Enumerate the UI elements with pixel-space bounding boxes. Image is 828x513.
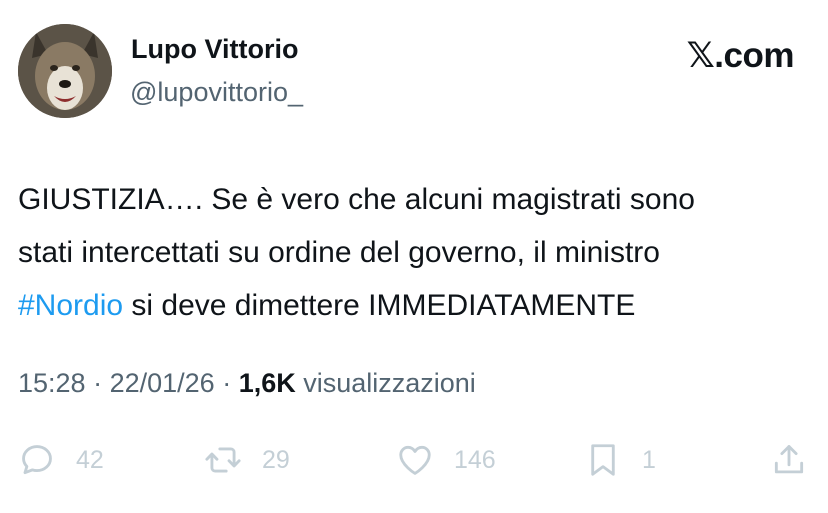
bookmark-button[interactable]: 1 — [584, 438, 656, 482]
reply-icon — [22, 445, 52, 475]
avatar[interactable] — [18, 24, 112, 118]
x-logo: 𝕏.com — [686, 36, 795, 75]
views-label: visualizzazioni — [295, 368, 476, 398]
tweet-line-2: stati intercettati su ordine del governo… — [18, 236, 660, 269]
repost-icon — [205, 447, 241, 473]
meta-separator: · — [214, 368, 239, 398]
tweet-line-1: GIUSTIZIA…. Se è vero che alcuni magistr… — [18, 183, 695, 216]
views-count: 1,6K — [238, 368, 296, 398]
tweet-line-3-text: si deve dimettere IMMEDIATAMENTE — [123, 289, 636, 322]
author-handle[interactable]: @lupovittorio_ — [130, 77, 303, 108]
tweet-date[interactable]: 22/01/26 — [110, 368, 215, 398]
heart-icon — [399, 445, 431, 475]
meta-separator: · — [85, 368, 110, 398]
repost-count: 29 — [262, 445, 290, 474]
action-bar: 42 29 146 1 — [18, 438, 810, 482]
repost-button[interactable]: 29 — [204, 438, 290, 482]
share-icon — [774, 445, 804, 474]
reply-count: 42 — [76, 445, 104, 474]
reply-button[interactable]: 42 — [18, 438, 104, 482]
tweet-meta: 15:28 · 22/01/26 · 1,6K visualizzazioni — [18, 368, 476, 399]
like-count: 146 — [454, 445, 496, 474]
bookmark-count: 1 — [642, 445, 656, 474]
bookmark-icon — [591, 444, 615, 476]
wolf-avatar-icon — [18, 24, 112, 118]
like-button[interactable]: 146 — [396, 438, 496, 482]
hashtag-link[interactable]: #Nordio — [18, 289, 123, 322]
tweet-text: GIUSTIZIA…. Se è vero che alcuni magistr… — [18, 173, 818, 332]
tweet-line-3: #Nordio si deve dimettere IMMEDIATAMENTE — [18, 279, 818, 332]
tweet-time[interactable]: 15:28 — [18, 368, 86, 398]
share-button[interactable] — [770, 438, 808, 482]
author-display-name[interactable]: Lupo Vittorio — [131, 34, 298, 65]
